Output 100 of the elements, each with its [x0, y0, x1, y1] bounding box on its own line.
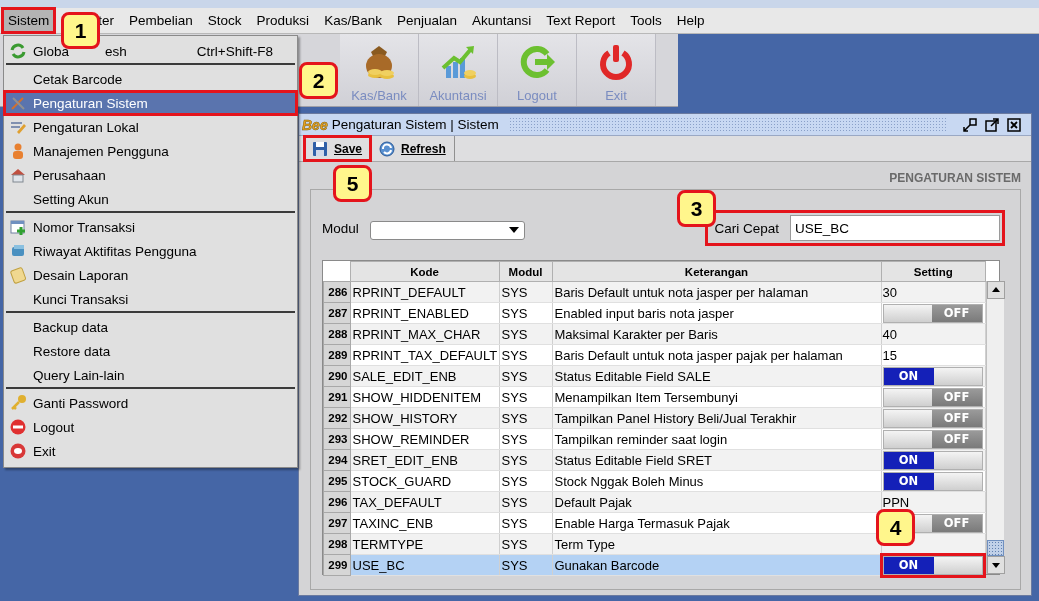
refresh-icon — [379, 140, 396, 157]
row-number: 297 — [323, 512, 350, 534]
row-number: 288 — [323, 323, 350, 345]
toggle-switch[interactable]: ON — [882, 450, 983, 470]
table-cell: Menampilkan Item Tersembunyi — [552, 386, 881, 408]
menu-item[interactable]: Kunci Transaksi — [4, 287, 297, 311]
table-cell: Tampilkan Panel History Beli/Jual Terakhir — [552, 407, 881, 429]
step-tooltip: 3 — [677, 190, 716, 227]
dropdown-arrow-icon — [508, 227, 519, 233]
key-icon — [9, 394, 27, 412]
table-row[interactable]: 291 SHOW_HIDDENITEM SYS Menampilkan Item Tersembunyi OFF — [323, 386, 986, 408]
save-button[interactable]: Save — [304, 136, 372, 161]
column-header: Keterangan — [552, 261, 881, 282]
step-tooltip: 5 — [333, 165, 372, 202]
table-cell: Status Editable Field SALE — [552, 365, 881, 387]
table-row[interactable]: 296 TAX_DEFAULT SYS Default Pajak PPN — [323, 491, 986, 513]
toggle-switch[interactable]: ON — [882, 555, 983, 575]
table-cell: PPN — [882, 494, 910, 510]
close-icon — [1007, 117, 1021, 132]
row-number: 299 — [323, 554, 350, 576]
row-number: 291 — [323, 386, 350, 408]
table-cell: Maksimal Karakter per Baris — [552, 323, 881, 345]
column-header: Setting — [881, 261, 986, 282]
table-cell: 30 — [882, 284, 897, 300]
scroll-thumb[interactable] — [987, 540, 1004, 556]
table-row[interactable]: 288 RPRINT_MAX_CHAR SYS Maksimal Karakter per Baris 40 — [323, 323, 986, 345]
column-header: Kode — [350, 261, 499, 282]
table-cell: Enabled input baris nota jasper — [552, 302, 881, 324]
restore-icon — [963, 117, 977, 132]
modul-dropdown[interactable] — [369, 220, 525, 240]
table-row[interactable]: 290 SALE_EDIT_ENB SYS Status Editable Field SALE ON — [323, 365, 986, 387]
menu-item[interactable]: Akuntansi — [466, 8, 538, 33]
column-header: Modul — [499, 261, 552, 282]
menu-item[interactable]: Ganti Password — [4, 391, 297, 415]
menu-item[interactable]: Text Report — [540, 8, 622, 33]
table-cell: 40 — [882, 326, 897, 342]
menu-item[interactable]: Backup data — [4, 315, 297, 339]
scroll-up-icon — [987, 281, 1005, 299]
menu-item[interactable]: Kas/Bank — [318, 8, 388, 33]
menu-item[interactable]: Riwayat Aktifitas Pengguna — [4, 239, 297, 263]
row-number: 293 — [323, 428, 350, 450]
menu-item[interactable]: Logout — [4, 415, 297, 439]
table-row[interactable]: 299 USE_BC SYS Gunakan Barcode ON — [323, 554, 986, 576]
field-label: Cari Cepat — [714, 220, 779, 236]
toggle-switch[interactable]: ON — [882, 366, 983, 386]
table-cell: Default Pajak — [552, 491, 881, 513]
table-row[interactable]: 294 SRET_EDIT_ENB SYS Status Editable Field SRET ON — [323, 449, 986, 471]
menu-item[interactable]: Produksi — [250, 8, 316, 33]
table-cell: Baris Default untuk nota jasper per halaman — [552, 281, 881, 303]
menu-item[interactable]: Query Lain-lain — [4, 363, 297, 387]
menu-item[interactable]: Exit — [4, 439, 297, 463]
menu-item[interactable]: Cetak Barcode — [4, 67, 297, 91]
scrollbar[interactable] — [986, 281, 1004, 574]
table-cell: Baris Default untuk nota jasper pajak per halaman — [552, 344, 881, 366]
table-row[interactable]: 286 RPRINT_DEFAULT SYS Baris Default untuk nota jasper per halaman 30 — [323, 281, 986, 303]
menu-item[interactable]: Perusahaan — [4, 163, 297, 187]
scroll-down-icon — [987, 556, 1005, 574]
search-field[interactable]: USE_BC — [790, 215, 1000, 241]
menu-item[interactable]: Pengaturan Lokal — [4, 115, 297, 139]
menu-item[interactable]: Restore data — [4, 339, 297, 363]
table-cell: Status Editable Field SRET — [552, 449, 881, 471]
section-heading: PENGATURAN SISTEM — [889, 170, 1021, 187]
menu-item[interactable]: Sistem — [2, 8, 56, 33]
step-tooltip: 2 — [299, 62, 338, 99]
tools-icon — [9, 94, 27, 112]
menu-item[interactable]: Tools — [624, 8, 668, 33]
menu-item[interactable]: Nomor Transaksi — [4, 215, 297, 239]
row-number: 295 — [323, 470, 350, 492]
step-tooltip: 4 — [876, 509, 915, 546]
refresh-button[interactable]: Refresh — [371, 136, 455, 161]
table-row[interactable]: 292 SHOW_HISTORY SYS Tampilkan Panel History Beli/Jual Terakhir OFF — [323, 407, 986, 429]
row-number: 289 — [323, 344, 350, 366]
row-number: 286 — [323, 281, 350, 303]
menu-item[interactable]: Penjualan — [390, 8, 463, 33]
step-tooltip: 1 — [61, 12, 100, 49]
menu-item[interactable]: Desain Laporan — [4, 263, 297, 287]
table-cell: Stock Nggak Boleh Minus — [552, 470, 881, 492]
refresh-icon — [9, 42, 27, 60]
maximize-icon — [985, 117, 999, 132]
window-title: Pengaturan Sistem | Sistem — [331, 117, 499, 132]
menu-item[interactable]: Setting Akun — [4, 187, 297, 211]
table-cell: 15 — [882, 347, 897, 363]
row-number: 290 — [323, 365, 350, 387]
menu-item[interactable]: Pembelian — [123, 8, 199, 33]
save-icon — [312, 140, 328, 157]
add-window-icon — [9, 218, 27, 236]
table-row[interactable]: 287 RPRINT_ENABLED SYS Enabled input baris nota jasper OFF — [323, 302, 986, 324]
logo: Bee — [302, 116, 328, 133]
menu-item[interactable]: Manajemen Pengguna — [4, 139, 297, 163]
table-row[interactable]: 289 RPRINT_TAX_DEFAULT SYS Baris Default untuk nota jasper pajak per halaman 15 — [323, 344, 986, 366]
row-number: 292 — [323, 407, 350, 429]
house-icon — [9, 166, 27, 184]
row-number: 298 — [323, 533, 350, 555]
table-row[interactable]: 293 SHOW_REMINDER SYS Tampilkan reminder saat login OFF — [323, 428, 986, 450]
toggle-switch[interactable]: ON — [882, 471, 983, 491]
table-row[interactable]: 295 STOCK_GUARD SYS Stock Nggak Boleh Minus ON — [323, 470, 986, 492]
menu-item[interactable]: Help — [670, 8, 711, 33]
menu-item[interactable]: Stock — [201, 8, 248, 33]
row-number: 296 — [323, 491, 350, 513]
menu-item[interactable]: Pengaturan Sistem — [4, 91, 297, 115]
